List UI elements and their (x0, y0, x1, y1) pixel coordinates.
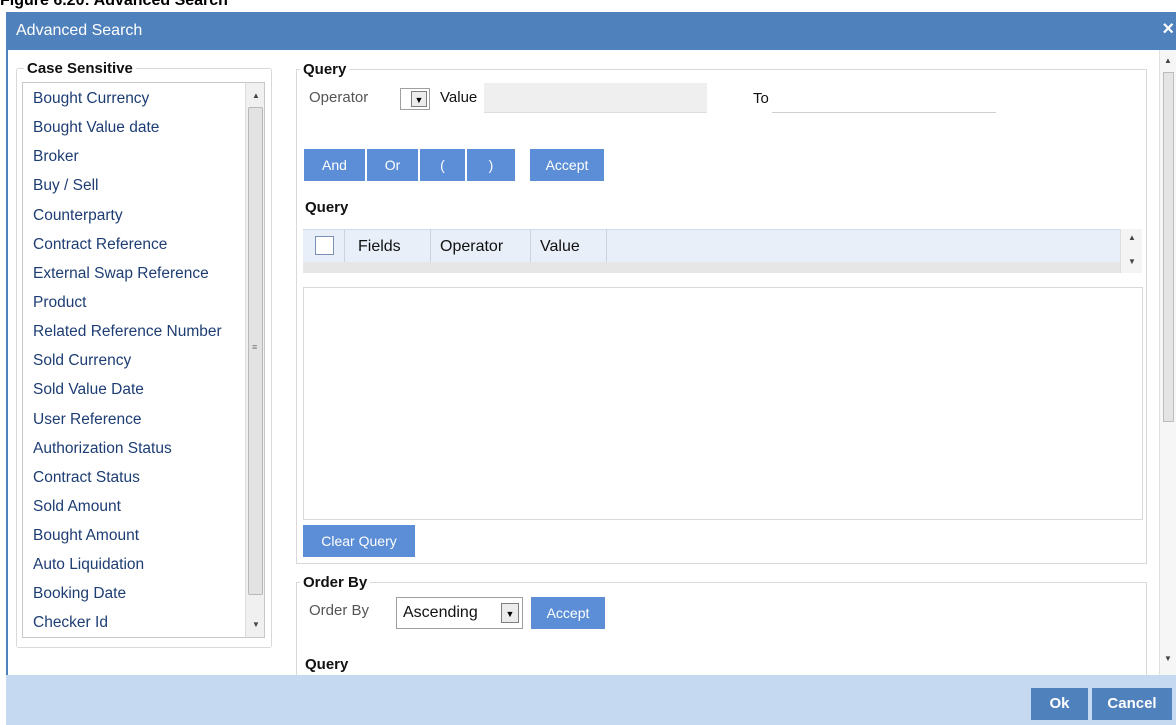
value-input[interactable] (484, 83, 707, 113)
list-item[interactable]: Product (33, 294, 86, 312)
query-table-title: Query (305, 199, 349, 216)
clear-query-button[interactable]: Clear Query (303, 525, 415, 557)
ok-button[interactable]: Ok (1031, 688, 1088, 720)
chevron-down-icon[interactable]: ▼ (411, 91, 427, 107)
list-item[interactable]: Counterparty (33, 207, 123, 225)
case-sensitive-legend: Case Sensitive (24, 60, 136, 77)
column-header-value: Value (531, 230, 607, 263)
list-item[interactable]: Sold Currency (33, 352, 131, 370)
advanced-search-screen: Figure 6.20: Advanced Search Advanced Se… (0, 0, 1176, 725)
operator-label: Operator (309, 89, 369, 106)
list-item[interactable]: Bought Amount (33, 527, 139, 545)
list-item[interactable]: Buy / Sell (33, 177, 98, 195)
list-item[interactable]: Broker (33, 148, 79, 166)
arrow-up-icon[interactable]: ▲ (1128, 233, 1136, 242)
order-by-label: Order By (309, 602, 370, 619)
list-item[interactable]: Auto Liquidation (33, 556, 144, 574)
dialog-title: Advanced Search (16, 22, 143, 39)
arrow-up-icon[interactable]: ▲ (1164, 56, 1172, 65)
accept-order-button[interactable]: Accept (531, 597, 605, 629)
column-header-operator: Operator (431, 230, 531, 263)
arrow-up-icon[interactable]: ▲ (252, 91, 260, 100)
close-icon[interactable]: × (1162, 18, 1174, 41)
value-label: Value (440, 89, 478, 106)
list-item[interactable]: Sold Amount (33, 498, 121, 516)
list-item[interactable]: Authorization Status (33, 440, 172, 458)
or-button[interactable]: Or (367, 149, 418, 181)
order-by-select[interactable]: Ascending ▼ (396, 597, 523, 629)
query-table-header: Fields Operator Value (303, 229, 1120, 263)
list-item[interactable]: External Swap Reference (33, 265, 209, 283)
chevron-down-icon[interactable]: ▼ (501, 603, 519, 623)
scrollbar-thumb[interactable]: ≡ (248, 107, 263, 595)
order-by-value: Ascending (403, 604, 478, 621)
to-label: To (753, 90, 769, 107)
figure-caption: Figure 6.20: Advanced Search (0, 0, 228, 9)
dialog-scrollbar[interactable]: ▲ ▼ (1159, 50, 1176, 675)
query-legend: Query (300, 61, 350, 78)
list-item[interactable]: Bought Currency (33, 90, 149, 108)
dialog-titlebar: Advanced Search × (6, 12, 1176, 50)
query-table-scrollbar[interactable]: ▲ ▼ (1120, 229, 1142, 273)
select-all-checkbox[interactable] (315, 236, 334, 255)
field-list-scrollbar[interactable]: ▲ ≡ ▼ (245, 83, 264, 637)
order-by-legend: Order By (300, 574, 371, 591)
query-table-body (303, 287, 1143, 520)
list-item[interactable]: Related Reference Number (33, 323, 222, 341)
close-paren-button[interactable]: ) (467, 149, 515, 181)
open-paren-button[interactable]: ( (420, 149, 465, 181)
operator-select[interactable]: ▼ (400, 88, 430, 110)
list-item[interactable]: Bought Value date (33, 119, 159, 137)
field-list[interactable]: Bought Currency Bought Value date Broker… (22, 82, 265, 638)
dialog-scrollbar-thumb[interactable] (1163, 72, 1174, 422)
list-item[interactable]: Booking Date (33, 585, 126, 603)
select-all-cell (303, 230, 345, 263)
accept-query-button[interactable]: Accept (530, 149, 604, 181)
and-button[interactable]: And (304, 149, 365, 181)
query-table-hscroll[interactable] (303, 262, 1120, 273)
list-item[interactable]: Sold Value Date (33, 381, 144, 399)
arrow-down-icon[interactable]: ▼ (1164, 654, 1172, 663)
list-item[interactable]: User Reference (33, 411, 142, 429)
column-header-fields: Fields (345, 230, 431, 263)
list-item[interactable]: Contract Status (33, 469, 140, 487)
arrow-down-icon[interactable]: ▼ (252, 620, 260, 629)
dialog-footer (6, 675, 1176, 725)
list-item[interactable]: Contract Reference (33, 236, 167, 254)
cancel-button[interactable]: Cancel (1092, 688, 1172, 720)
list-item[interactable]: Checker Id (33, 614, 108, 632)
query-result-legend: Query (305, 656, 349, 673)
to-input[interactable] (772, 86, 996, 113)
arrow-down-icon[interactable]: ▼ (1128, 257, 1136, 266)
